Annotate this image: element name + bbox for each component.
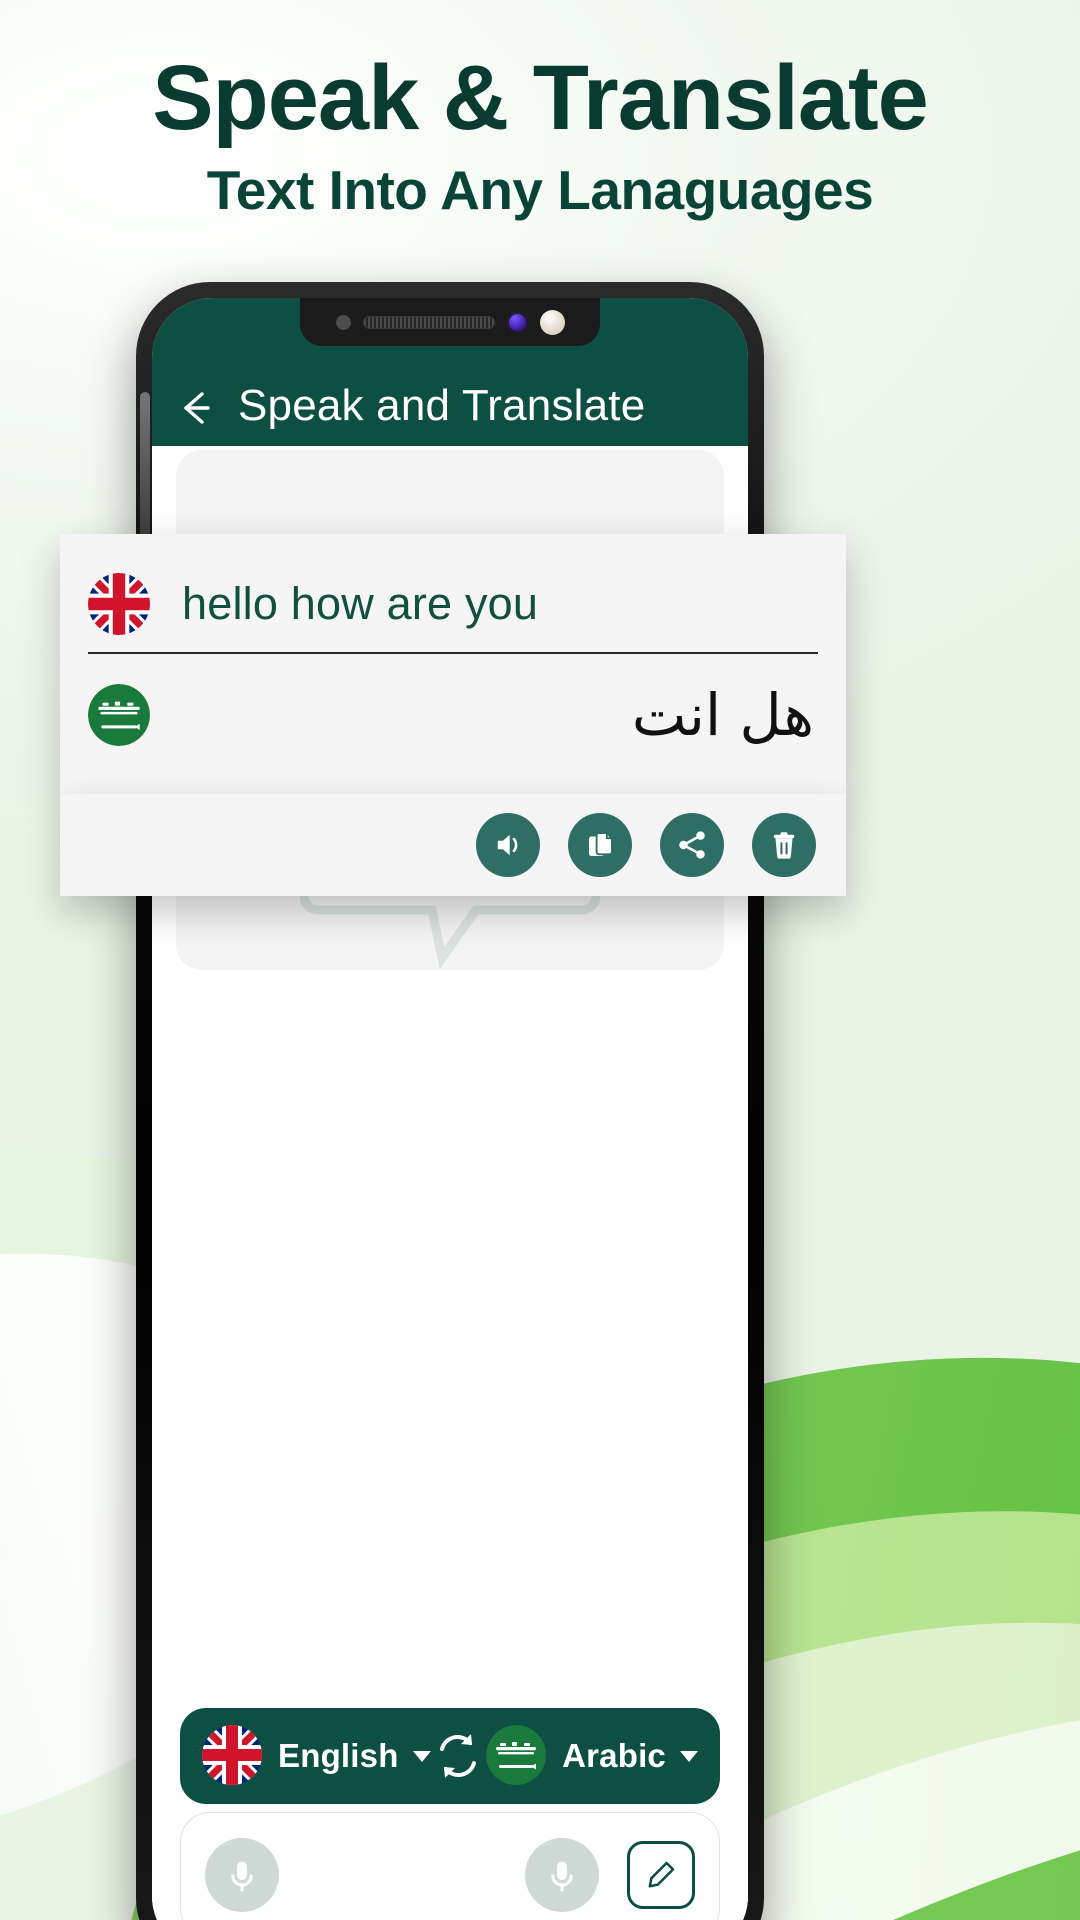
edit-pencil-icon[interactable] bbox=[627, 1841, 695, 1909]
uk-flag-icon bbox=[202, 1725, 264, 1787]
card-action-buttons bbox=[60, 794, 846, 896]
language-selector-bar: English Arabic bbox=[180, 1708, 720, 1804]
microphone-source-icon[interactable] bbox=[205, 1838, 279, 1912]
source-language-selector[interactable]: English bbox=[202, 1725, 431, 1787]
phone-mockup: Speak and Translate অ A bbox=[136, 282, 764, 1920]
share-button[interactable] bbox=[660, 813, 724, 877]
app-bar-title: Speak and Translate bbox=[238, 381, 646, 430]
saudi-arabia-flag-icon bbox=[88, 684, 150, 746]
phone-notch bbox=[300, 298, 600, 346]
uk-flag-icon bbox=[88, 573, 150, 635]
promo-headings: Speak & Translate Text Into Any Lanaguag… bbox=[0, 47, 1080, 222]
promo-subtitle: Text Into Any Lanaguages bbox=[206, 158, 874, 221]
target-text-row: هل انت bbox=[60, 654, 846, 776]
swap-languages-icon[interactable] bbox=[431, 1729, 485, 1783]
back-arrow-icon[interactable] bbox=[174, 386, 218, 430]
copy-button[interactable] bbox=[568, 813, 632, 877]
chevron-down-icon[interactable] bbox=[679, 1750, 698, 1762]
delete-button[interactable] bbox=[752, 813, 816, 877]
promo-screenshot: Speak & Translate Text Into Any Lanaguag… bbox=[0, 0, 1080, 1920]
proximity-sensor-dot-icon bbox=[335, 314, 351, 330]
saudi-arabia-flag-icon bbox=[486, 1725, 548, 1787]
earpiece-speaker-grille-icon bbox=[362, 315, 495, 329]
translation-result-card: hello how are you هل انت bbox=[60, 534, 846, 896]
target-language-label: Arabic bbox=[562, 1737, 666, 1774]
source-text: hello how are you bbox=[182, 578, 539, 629]
promo-title: Speak & Translate bbox=[152, 47, 929, 149]
source-language-label: English bbox=[278, 1737, 399, 1774]
target-language-selector[interactable]: Arabic bbox=[486, 1725, 698, 1787]
chevron-down-icon[interactable] bbox=[412, 1750, 431, 1762]
target-text: هل انت bbox=[631, 680, 814, 749]
front-camera-icon bbox=[506, 311, 528, 333]
speak-button[interactable] bbox=[476, 813, 540, 877]
microphone-target-icon[interactable] bbox=[525, 1838, 599, 1912]
source-text-row: hello how are you bbox=[60, 534, 846, 652]
speech-input-bar bbox=[180, 1812, 720, 1920]
light-sensor-icon bbox=[539, 309, 565, 335]
